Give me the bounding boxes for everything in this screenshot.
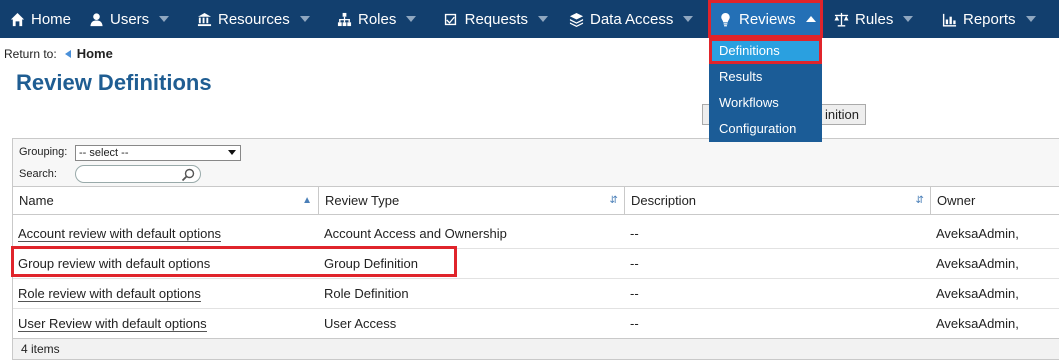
- review-owner: AveksaAdmin,: [936, 226, 1019, 241]
- breadcrumb-prefix: Return to:: [4, 46, 57, 61]
- chevron-down-icon: [159, 16, 170, 22]
- nav-resources-label: Resources: [218, 10, 290, 28]
- nav-roles[interactable]: Roles: [326, 0, 433, 38]
- nav-home-label: Home: [31, 10, 72, 28]
- grouping-select-value: -- select --: [79, 147, 129, 159]
- search-input[interactable]: [75, 165, 201, 183]
- nav-roles-label: Roles: [358, 10, 397, 28]
- nav-users[interactable]: Users: [78, 0, 186, 38]
- menu-item-results[interactable]: Results: [709, 64, 822, 90]
- users-icon: [88, 11, 104, 27]
- review-owner: AveksaAdmin,: [936, 286, 1019, 301]
- review-description: --: [630, 226, 639, 241]
- sort-ascending-icon: ▲: [302, 195, 312, 206]
- database-icon: [568, 11, 584, 27]
- column-header-review-type-label: Review Type: [325, 193, 400, 208]
- review-description: --: [630, 286, 639, 301]
- review-name: User Review with default options: [18, 316, 207, 332]
- review-name: Role review with default options: [18, 286, 201, 302]
- menu-item-configuration[interactable]: Configuration: [709, 116, 822, 142]
- top-navbar: Home Users Resources Roles Requests Data…: [0, 0, 1059, 38]
- review-description: --: [630, 256, 639, 271]
- chevron-down-icon: [406, 16, 417, 22]
- definitions-grid: Grouping: -- select -- Search: Name ▲ Re…: [12, 138, 1059, 360]
- review-type: Account Access and Ownership: [324, 226, 507, 241]
- menu-item-definitions[interactable]: Definitions: [709, 38, 822, 64]
- grouping-select[interactable]: -- select --: [75, 145, 241, 161]
- breadcrumb-home-link[interactable]: Home: [77, 46, 113, 61]
- balance-scale-icon: [833, 11, 849, 27]
- review-name: Account review with default options: [18, 226, 222, 242]
- column-header-name-label: Name: [19, 193, 54, 208]
- chevron-down-icon: [683, 16, 694, 22]
- home-icon: [10, 11, 25, 27]
- reviews-dropdown-menu: Definitions Results Workflows Configurat…: [709, 38, 822, 142]
- chevron-down-icon: [1025, 16, 1036, 22]
- review-name-link[interactable]: User Review with default options: [13, 309, 207, 339]
- back-arrow-icon: [64, 49, 71, 58]
- chevron-up-icon: [805, 16, 816, 22]
- grid-filters: Grouping: -- select -- Search:: [13, 139, 1059, 187]
- nav-resources[interactable]: Resources: [186, 0, 326, 38]
- nav-home[interactable]: Home: [0, 0, 78, 38]
- chevron-down-icon: [538, 16, 548, 22]
- nav-reports[interactable]: Reports: [931, 0, 1059, 38]
- sort-icon: ⇵: [609, 195, 618, 206]
- chevron-down-icon: [228, 150, 236, 155]
- nav-requests[interactable]: Requests: [433, 0, 558, 38]
- nav-reviews[interactable]: Reviews: [708, 0, 823, 38]
- nav-reviews-label: Reviews: [739, 10, 796, 28]
- grid-footer-count: 4 items: [13, 338, 1059, 359]
- lightbulb-icon: [718, 11, 733, 27]
- column-header-owner[interactable]: Owner: [931, 187, 1059, 215]
- column-header-description-label: Description: [631, 193, 697, 208]
- review-name: Group review with default options: [18, 256, 211, 271]
- menu-item-workflows[interactable]: Workflows: [709, 90, 822, 116]
- table-row[interactable]: Role review with default options Role De…: [13, 279, 1059, 309]
- bank-icon: [196, 11, 212, 27]
- table-row[interactable]: Account review with default options Acco…: [13, 219, 1059, 249]
- review-name-link[interactable]: Account review with default options: [13, 219, 222, 249]
- column-header-description[interactable]: Description ⇵: [625, 187, 931, 215]
- search-icon: [181, 168, 195, 182]
- table-row[interactable]: User Review with default options User Ac…: [13, 309, 1059, 339]
- review-type: Role Definition: [324, 286, 409, 301]
- nav-rules-label: Rules: [855, 10, 894, 28]
- review-description: --: [630, 316, 639, 331]
- page-title: Review Definitions: [16, 70, 212, 95]
- review-name-link[interactable]: Role review with default options: [13, 279, 201, 309]
- review-owner: AveksaAdmin,: [936, 256, 1019, 271]
- review-owner: AveksaAdmin,: [936, 316, 1019, 331]
- grid-header: Name ▲ Review Type ⇵ Description ⇵ Owner: [13, 187, 1059, 215]
- review-type: Group Definition: [324, 256, 418, 271]
- grouping-label: Grouping:: [19, 146, 68, 158]
- sitemap-icon: [336, 11, 352, 27]
- column-header-review-type[interactable]: Review Type ⇵: [319, 187, 625, 215]
- nav-users-label: Users: [110, 10, 150, 28]
- chevron-down-icon: [299, 16, 310, 22]
- nav-reports-label: Reports: [963, 10, 1016, 28]
- nav-rules[interactable]: Rules: [823, 0, 931, 38]
- nav-requests-label: Requests: [464, 10, 528, 28]
- bar-chart-icon: [941, 11, 957, 27]
- nav-data-access-label: Data Access: [590, 10, 674, 28]
- table-row[interactable]: Group review with default options Group …: [13, 249, 1059, 279]
- nav-data-access[interactable]: Data Access: [558, 0, 708, 38]
- breadcrumb: Return to: Home: [4, 46, 113, 61]
- column-header-owner-label: Owner: [937, 193, 976, 208]
- search-label: Search:: [19, 168, 57, 180]
- review-name-link[interactable]: Group review with default options: [13, 249, 210, 279]
- column-header-name[interactable]: Name ▲: [13, 187, 319, 215]
- sort-icon: ⇵: [915, 195, 924, 206]
- review-type: User Access: [324, 316, 397, 331]
- chevron-down-icon: [903, 16, 914, 22]
- checkbox-icon: [443, 11, 459, 27]
